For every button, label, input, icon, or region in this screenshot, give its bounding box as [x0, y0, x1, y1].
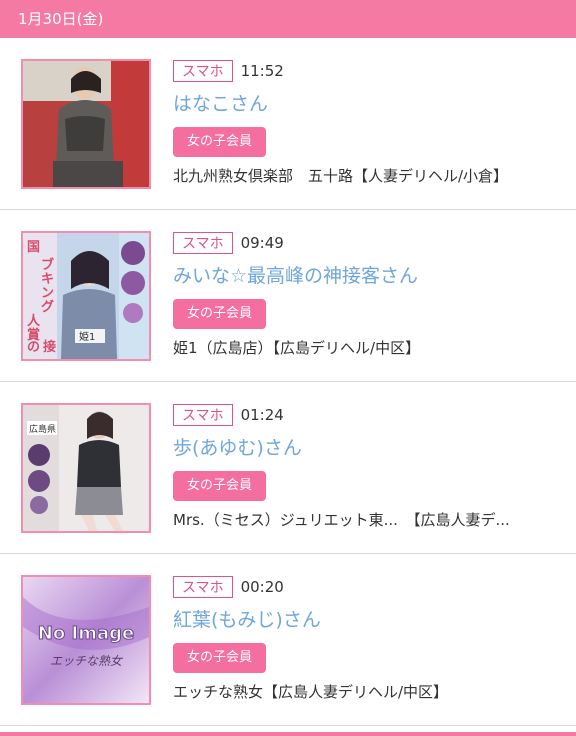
device-badge: スマホ	[173, 232, 233, 254]
shop-link[interactable]: 北九州熟女倶楽部 五十路【人妻デリヘル/小倉】	[173, 165, 553, 186]
profile-photo-image: No Image エッチな熟女	[23, 577, 149, 703]
thumb-shop-text: エッチな熟女	[50, 654, 124, 668]
profile-photo[interactable]: 姫1 国 ブ キ ン グ 人 賞 の 接	[21, 231, 151, 361]
profile-photo-image: 広島県	[23, 405, 149, 531]
thumb-text: ン	[41, 286, 54, 301]
girl-name-link[interactable]: みいな☆最高峰の神接客さん	[173, 263, 576, 289]
post-time: 00:20	[240, 578, 284, 596]
thumb-text: グ	[41, 299, 54, 315]
girl-name-link[interactable]: 紅葉(もみじ)さん	[173, 607, 576, 633]
member-badge: 女の子会員	[173, 127, 267, 157]
profile-photo[interactable]: No Image エッチな熟女	[21, 575, 151, 705]
device-badge: スマホ	[173, 60, 233, 82]
footer-divider	[0, 732, 576, 736]
profile-photo[interactable]	[21, 59, 151, 189]
thumb-text: の	[27, 340, 40, 355]
girl-name-link[interactable]: 歩(あゆむ)さん	[173, 435, 576, 461]
member-badge: 女の子会員	[173, 471, 267, 501]
shop-link[interactable]: エッチな熟女【広島人妻デリヘル/中区】	[173, 681, 553, 702]
profile-photo-image: 姫1 国 ブ キ ン グ 人 賞 の 接	[23, 233, 149, 359]
list-item[interactable]: 広島県 スマホ 01:24 歩(あゆむ)さん 女の子会員 Mrs.（ミセス）ジュ…	[0, 382, 576, 554]
date-header: 1月30日(金)	[0, 0, 576, 38]
no-image-text: No Image	[38, 623, 134, 644]
thumb-text: 接	[43, 339, 56, 355]
list-item[interactable]: No Image エッチな熟女 スマホ 00:20 紅葉(もみじ)さん 女の子会…	[0, 554, 576, 726]
profile-photo-image	[23, 61, 149, 187]
thumb-text: 国	[27, 240, 40, 255]
list-item[interactable]: 姫1 国 ブ キ ン グ 人 賞 の 接 スマホ 09:49 みいな☆最高峰の神…	[0, 210, 576, 382]
thumb-tag-text: 広島県	[29, 423, 56, 435]
thumb-tag-text: 姫1	[79, 330, 95, 343]
device-badge: スマホ	[173, 404, 233, 426]
thumb-text: 人	[27, 313, 41, 329]
post-time: 01:24	[240, 406, 284, 424]
shop-link[interactable]: 姫1（広島店）【広島デリヘル/中区】	[173, 337, 553, 358]
device-badge: スマホ	[173, 576, 233, 598]
post-time: 09:49	[240, 234, 284, 252]
girl-name-link[interactable]: はなこさん	[173, 91, 576, 117]
shop-link[interactable]: Mrs.（ミセス）ジュリエット東... 【広島人妻デ...	[173, 509, 553, 530]
profile-photo[interactable]: 広島県	[21, 403, 151, 533]
member-badge: 女の子会員	[173, 643, 267, 673]
list-item[interactable]: スマホ 11:52 はなこさん 女の子会員 北九州熟女倶楽部 五十路【人妻デリヘ…	[0, 38, 576, 210]
thumb-text: ブ	[41, 257, 54, 273]
member-badge: 女の子会員	[173, 299, 267, 329]
post-time: 11:52	[240, 62, 284, 80]
thumb-text: キ	[41, 272, 54, 287]
